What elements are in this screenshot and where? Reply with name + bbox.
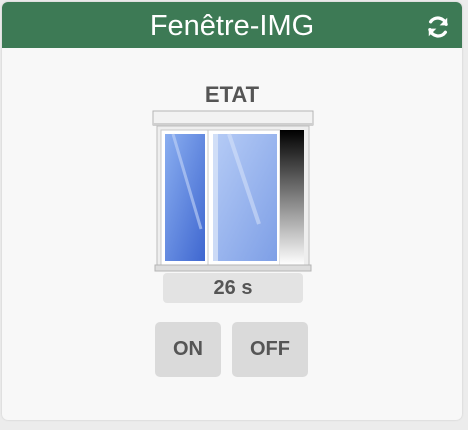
refresh-icon[interactable] (425, 14, 451, 40)
state-label: ETAT (204, 82, 260, 107)
widget-header: Fenêtre-IMG (2, 2, 462, 48)
sliding-window-icon (152, 110, 314, 272)
timer-display: 26 s (163, 273, 303, 303)
widget-title: Fenêtre-IMG (149, 10, 315, 42)
off-button[interactable]: OFF (232, 322, 308, 377)
window-widget: Fenêtre-IMG ETAT 26 s ON OFF (2, 2, 462, 420)
on-button[interactable]: ON (155, 322, 221, 377)
